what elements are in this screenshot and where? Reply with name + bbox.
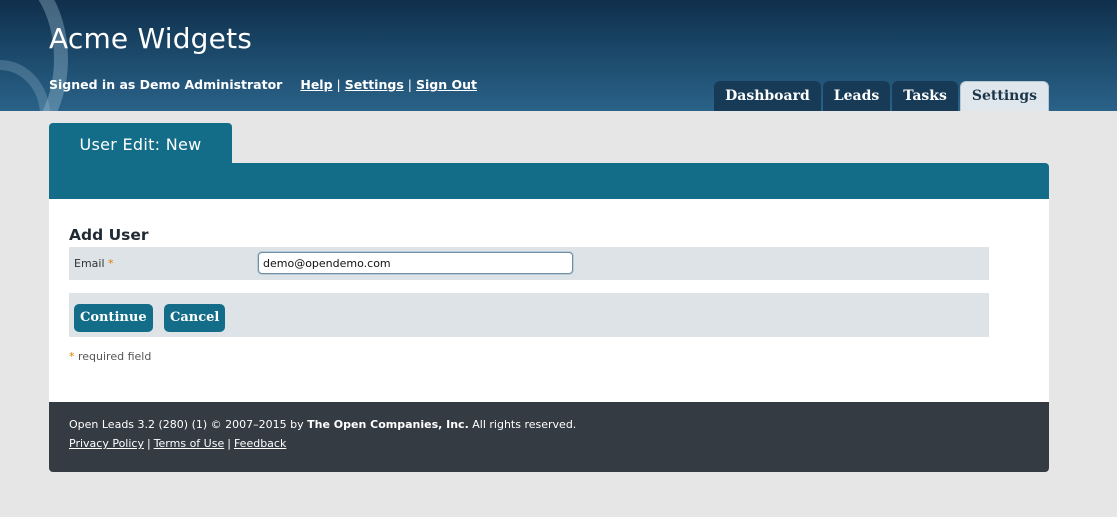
- email-form-row: Email *: [69, 247, 989, 280]
- form-actions-row: Continue Cancel: [69, 293, 989, 337]
- panel-body: Add User Email * Continue Cancel * requi…: [49, 199, 1049, 402]
- section-title: Add User: [69, 226, 149, 244]
- signed-in-text: Signed in as Demo Administrator: [49, 77, 283, 92]
- separator: |: [407, 77, 412, 92]
- separator: |: [227, 437, 231, 450]
- tab-tasks[interactable]: Tasks: [892, 81, 958, 111]
- panel-tab-title: User Edit: New: [49, 123, 232, 163]
- separator: |: [146, 437, 151, 450]
- panel-header-band: [49, 163, 1049, 199]
- terms-of-use-link[interactable]: Terms of Use: [154, 437, 225, 450]
- settings-link[interactable]: Settings: [345, 77, 404, 92]
- email-label-text: Email: [74, 257, 105, 270]
- tab-settings[interactable]: Settings: [959, 81, 1049, 111]
- required-marker: *: [69, 350, 75, 363]
- privacy-policy-link[interactable]: Privacy Policy: [69, 437, 144, 450]
- footer-links: Privacy Policy | Terms of Use | Feedback: [69, 437, 286, 450]
- separator: |: [336, 77, 341, 92]
- main-nav-tabs: Dashboard Leads Tasks Settings: [714, 81, 1049, 111]
- continue-button[interactable]: Continue: [74, 304, 153, 332]
- required-marker: *: [108, 257, 114, 270]
- footer-rights-text: All rights reserved.: [472, 418, 577, 431]
- tab-dashboard[interactable]: Dashboard: [714, 81, 821, 111]
- email-label: Email *: [74, 257, 114, 270]
- required-note-text: required field: [78, 350, 152, 363]
- sign-out-link[interactable]: Sign Out: [416, 77, 477, 92]
- footer-company-name: The Open Companies, Inc.: [307, 418, 469, 431]
- user-bar: Signed in as Demo Administrator Help | Sett…: [49, 77, 477, 92]
- app-header: Acme Widgets Signed in as Demo Administr…: [0, 0, 1117, 111]
- cancel-button[interactable]: Cancel: [164, 304, 226, 332]
- app-title: Acme Widgets: [49, 22, 253, 55]
- required-field-note: * required field: [69, 350, 151, 363]
- page-footer: Open Leads 3.2 (280) (1) © 2007–2015 by …: [49, 402, 1049, 472]
- feedback-link[interactable]: Feedback: [234, 437, 286, 450]
- tab-leads[interactable]: Leads: [822, 81, 891, 111]
- email-input[interactable]: [258, 252, 573, 274]
- footer-product-text: Open Leads 3.2 (280) (1) © 2007–2015 by: [69, 418, 304, 431]
- footer-copyright: Open Leads 3.2 (280) (1) © 2007–2015 by …: [69, 418, 576, 431]
- help-link[interactable]: Help: [300, 77, 332, 92]
